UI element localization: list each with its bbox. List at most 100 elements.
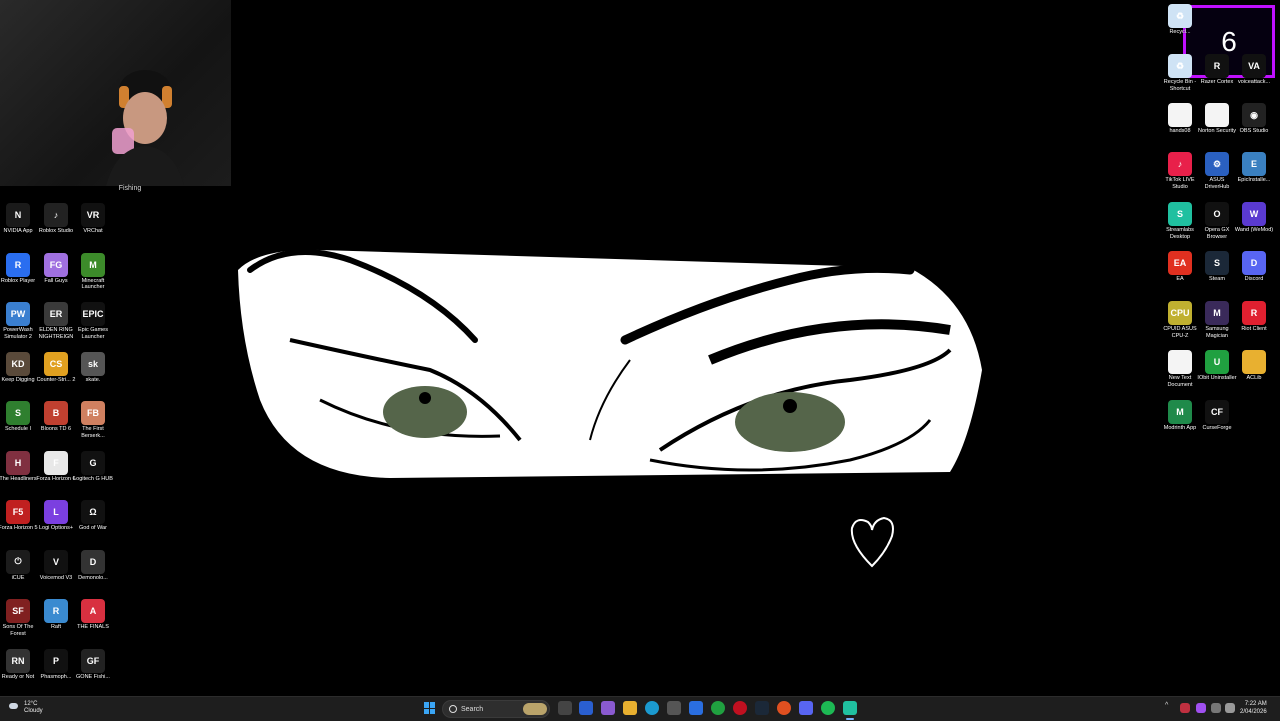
file-explorer-icon[interactable] xyxy=(623,701,637,715)
desktop-shortcut[interactable]: Norton Security xyxy=(1197,103,1237,135)
desktop-shortcut[interactable]: ⚙ ASUS DriverHub xyxy=(1197,152,1237,190)
webcam-overlay xyxy=(0,0,231,186)
desktop-shortcut[interactable]: W Wand (WeMod) xyxy=(1234,202,1274,234)
desktop-shortcut[interactable]: FB The First Berserk... xyxy=(73,401,113,439)
desktop-shortcut[interactable]: M Minecraft Launcher xyxy=(73,252,113,291)
volume-icon[interactable] xyxy=(1225,703,1235,713)
desktop-shortcut[interactable]: N NVIDIA App xyxy=(0,203,38,235)
discord-taskbar-icon[interactable] xyxy=(799,701,813,715)
desktop-shortcut[interactable]: ♪ Roblox Studio xyxy=(36,203,76,235)
riot-client-icon: R xyxy=(1242,301,1266,325)
desktop-shortcut[interactable]: SF Sons Of The Forest xyxy=(0,599,38,637)
desktop-shortcut[interactable]: D Discord xyxy=(1234,251,1274,283)
desktop-shortcut[interactable]: ◉ OBS Studio xyxy=(1234,103,1274,135)
file-icon xyxy=(1168,103,1192,127)
network-icon[interactable] xyxy=(1211,703,1221,713)
desktop-shortcut[interactable]: S Streamlabs Desktop xyxy=(1160,202,1200,240)
taskbar-search[interactable]: Search xyxy=(442,700,550,718)
desktop-shortcut[interactable]: sk skate. xyxy=(73,351,113,384)
clock-date: 2/04/2026 xyxy=(1240,709,1267,715)
phasmophobia-icon: P xyxy=(44,648,68,673)
edge-icon[interactable] xyxy=(645,701,659,715)
desktop-shortcut[interactable]: P Phasmoph... xyxy=(36,648,76,681)
desktop-shortcut[interactable]: F Forza Horizon 6 xyxy=(36,450,76,483)
desktop-shortcut[interactable]: VR VRChat xyxy=(73,203,113,235)
desktop-shortcut[interactable]: PW PowerWash Simulator 2 xyxy=(0,302,38,340)
desktop-shortcut[interactable]: VA voiceattack... xyxy=(1234,54,1274,86)
desktop-shortcut[interactable]: H The Headliners xyxy=(0,450,38,483)
desktop-shortcut[interactable]: CS Counter-Stri... 2 xyxy=(36,351,76,384)
iobit-taskbar-icon[interactable] xyxy=(711,701,725,715)
tray-mic-icon[interactable] xyxy=(1196,703,1206,713)
streamlabs-taskbar-icon[interactable] xyxy=(843,701,857,715)
widgets-icon[interactable] xyxy=(579,701,593,715)
desktop-shortcut[interactable]: ♻ Recycle Bin - Shortcut xyxy=(1160,54,1200,92)
desktop-shortcut[interactable]: EA EA xyxy=(1160,251,1200,283)
desktop-shortcut-label: Norton Security xyxy=(1198,128,1236,134)
desktop-shortcut[interactable]: CPU CPUID ASUS CPU-Z xyxy=(1160,301,1200,339)
opera-gx-taskbar-icon[interactable] xyxy=(733,701,747,715)
desktop-shortcut[interactable]: E EpicInstalle... xyxy=(1234,152,1274,184)
desktop-shortcut-label: ASUS DriverHub xyxy=(1204,177,1230,190)
desktop-shortcut[interactable]: M Samsung Magician xyxy=(1197,301,1237,339)
desktop-shortcut[interactable]: CF CurseForge xyxy=(1197,400,1237,432)
recycle-bin-icon: ♻ xyxy=(1168,4,1192,28)
store-icon[interactable] xyxy=(667,701,681,715)
desktop-shortcut-label: ACLib xyxy=(1246,375,1262,381)
desktop-shortcut[interactable]: G Logitech G HUB xyxy=(73,450,113,483)
copilot-icon[interactable] xyxy=(601,701,615,715)
desktop-shortcut[interactable]: RN Ready or Not xyxy=(0,648,38,681)
desktop-shortcut[interactable]: KD Keep Digging xyxy=(0,351,38,384)
weather-widget[interactable]: 12°C Cloudy xyxy=(9,701,43,715)
desktop-shortcut[interactable]: A THE FINALS xyxy=(73,599,113,631)
desktop-shortcut[interactable]: ♪ TikTok LIVE Studio xyxy=(1160,152,1200,190)
desktop-shortcut[interactable]: FG Fall Guys xyxy=(36,252,76,285)
desktop-shortcut-label: NVIDIA App xyxy=(3,228,33,234)
desktop-shortcut[interactable]: O Opera GX Browser xyxy=(1197,202,1237,240)
desktop-shortcut-label: Sons Of The Forest xyxy=(2,624,34,637)
desktop-shortcut[interactable]: GF GONE Fishi... xyxy=(73,648,113,681)
desktop-shortcut[interactable]: M Modrinth App xyxy=(1160,400,1200,432)
desktop-shortcut[interactable]: R Raft xyxy=(36,599,76,631)
voicemod-icon: V xyxy=(44,549,68,574)
desktop-shortcut[interactable]: F5 Forza Horizon 5 xyxy=(0,500,38,532)
desktop-shortcut[interactable]: U IObit Uninstaller xyxy=(1197,350,1237,382)
clock[interactable]: 7:22 AM 2/04/2026 xyxy=(1240,700,1267,716)
show-hidden-icons-icon[interactable]: ^ xyxy=(1165,702,1168,709)
start-button[interactable] xyxy=(424,702,436,714)
desktop-shortcut[interactable]: hands08 xyxy=(1160,103,1200,135)
desktop-shortcut[interactable]: Ω God of War xyxy=(73,500,113,532)
spotify-icon[interactable] xyxy=(821,701,835,715)
desktop-shortcut[interactable]: ⏻ iCUE xyxy=(0,549,38,582)
desktop-shortcut-label: Wand (WeMod) xyxy=(1234,227,1274,233)
task-view-icon[interactable] xyxy=(558,701,572,715)
schedule-icon: S xyxy=(6,401,30,425)
desktop-shortcut[interactable]: R Roblox Player xyxy=(0,252,38,285)
desktop-shortcut[interactable]: B Bloons TD 6 xyxy=(36,401,76,433)
outlook-icon[interactable] xyxy=(689,701,703,715)
desktop-shortcut[interactable]: New Text Document xyxy=(1160,350,1200,388)
logi-options-icon: L xyxy=(44,500,68,524)
weather-temp: 12°C xyxy=(24,701,38,707)
roblox-studio-icon: ♪ xyxy=(44,203,68,227)
modrinth-icon: M xyxy=(1168,400,1192,424)
desktop-shortcut[interactable]: R Razer Cortex xyxy=(1197,54,1237,86)
desktop-shortcut[interactable]: V Voicemod V3 xyxy=(36,549,76,582)
desktop-shortcut-label: Logi Options+ xyxy=(38,525,74,531)
obs-icon: ◉ xyxy=(1242,103,1266,127)
desktop-shortcut[interactable]: ER ELDEN RING NIGHTREIGN xyxy=(36,302,76,340)
elden-ring-icon: ER xyxy=(44,302,68,326)
desktop-shortcut[interactable]: ACLib xyxy=(1234,350,1274,382)
tray-app-icon[interactable] xyxy=(1180,703,1190,713)
firefox-icon[interactable] xyxy=(777,701,791,715)
desktop-shortcut[interactable]: L Logi Options+ xyxy=(36,500,76,532)
desktop-shortcut[interactable]: S Steam xyxy=(1197,251,1237,283)
desktop-shortcut[interactable]: EPIC Epic Games Launcher xyxy=(73,302,113,340)
norton-icon xyxy=(1205,103,1229,127)
desktop-shortcut[interactable]: D Demonolo... xyxy=(73,549,113,582)
desktop-shortcut[interactable]: S Schedule I xyxy=(0,401,38,433)
steam-taskbar-icon[interactable] xyxy=(755,701,769,715)
desktop-shortcut[interactable]: R Riot Client xyxy=(1234,301,1274,333)
desktop-shortcut[interactable]: ♻ Recycl... xyxy=(1160,4,1200,36)
desktop-shortcut-label: Counter-Stri... 2 xyxy=(36,376,76,383)
